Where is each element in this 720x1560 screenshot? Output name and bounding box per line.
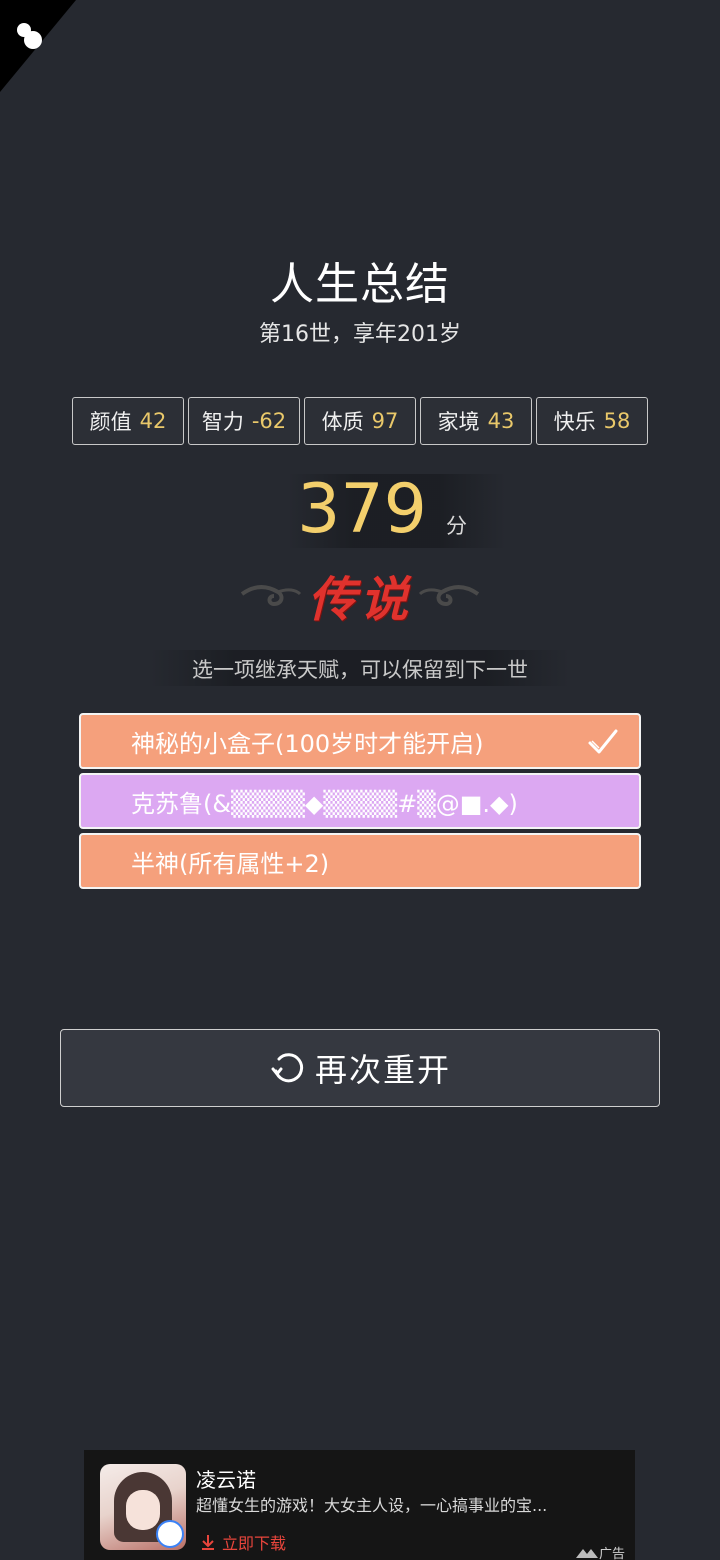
life-summary-screen: 人生总结 第16世，享年201岁 颜值 42 智力 -62 体质 97 家境 4…	[0, 0, 720, 1560]
stat-value: 42	[139, 409, 167, 433]
stat-label: 家境	[437, 410, 480, 434]
stat-intelligence: 智力 -62	[188, 397, 300, 445]
ad-title[interactable]: 凌云诺	[196, 1464, 256, 1493]
stat-happiness: 快乐 58	[536, 397, 648, 445]
inherit-hint: 选一项继承天赋，可以保留到下一世	[192, 658, 528, 682]
talent-label: 神秘的小盒子(100岁时才能开启)	[131, 729, 484, 758]
stat-label: 快乐	[553, 410, 596, 434]
page-title: 人生总结	[270, 259, 450, 310]
stat-label: 颜值	[89, 410, 132, 434]
ad-app-thumbnail[interactable]	[100, 1464, 186, 1550]
score-unit: 分	[446, 514, 467, 538]
stat-label: 体质	[321, 410, 364, 434]
refresh-icon	[271, 1053, 304, 1083]
right-cloud-ornament	[418, 585, 480, 607]
app-store-badge-icon	[156, 1520, 184, 1548]
left-cloud-ornament	[240, 585, 302, 607]
stat-value: 97	[371, 409, 399, 433]
ad-network-icon	[575, 1548, 598, 1558]
ad-description[interactable]: 超懂女生的游戏！大女主人设，一心搞事业的宝...	[196, 1492, 596, 1516]
stat-value: 58	[603, 409, 631, 433]
talent-option-demigod[interactable]: 半神(所有属性+2)	[79, 833, 641, 889]
ad-tag-label: 广告	[598, 1547, 625, 1560]
talent-label: 克苏鲁(&▒▒▒▒◆▒▒▒▒#▒@■.◆)	[131, 789, 518, 818]
stat-physique: 体质 97	[304, 397, 416, 445]
stat-value: -62	[251, 409, 287, 433]
checkmark-icon	[588, 729, 618, 754]
restart-label: 再次重开	[314, 1051, 451, 1089]
talent-option-cthulhu[interactable]: 克苏鲁(&▒▒▒▒◆▒▒▒▒#▒@■.◆)	[79, 773, 641, 829]
total-score: 379	[297, 470, 427, 549]
stat-value: 43	[487, 409, 515, 433]
talent-label: 半神(所有属性+2)	[131, 849, 330, 878]
stat-label: 智力	[201, 410, 244, 434]
ad-banner[interactable]: 凌云诺 超懂女生的游戏！大女主人设，一心搞事业的宝... 立即下载 广告	[84, 1450, 635, 1560]
life-subtitle: 第16世，享年201岁	[259, 322, 461, 347]
talent-option-mystery-box[interactable]: 神秘的小盒子(100岁时才能开启)	[79, 713, 641, 769]
thumbnail-face	[126, 1490, 160, 1530]
ad-tag: 广告	[575, 1543, 625, 1560]
stat-family: 家境 43	[420, 397, 532, 445]
rank-banner: 传说	[238, 560, 482, 628]
pawn-icon[interactable]	[14, 18, 48, 54]
rank-label: 传说	[307, 572, 412, 628]
ad-download-button[interactable]: 立即下载	[200, 1530, 286, 1554]
attribute-stats: 颜值 42 智力 -62 体质 97 家境 43 快乐 58	[72, 397, 648, 445]
ad-cta-label: 立即下载	[222, 1534, 287, 1553]
stat-appearance: 颜值 42	[72, 397, 184, 445]
restart-button[interactable]: 再次重开	[60, 1029, 660, 1107]
download-arrow-icon	[202, 1535, 214, 1550]
